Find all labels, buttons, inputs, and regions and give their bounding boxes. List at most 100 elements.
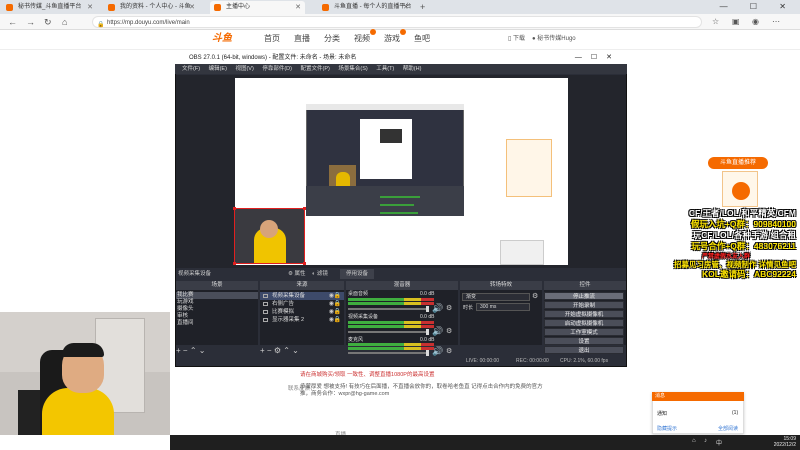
transition-select[interactable]: 渐变	[462, 293, 530, 301]
notification-item[interactable]: 通知	[657, 410, 667, 417]
new-tab-button[interactable]: +	[420, 0, 425, 14]
volume-slider-knob[interactable]	[426, 306, 429, 312]
home-icon[interactable]: ⌂	[62, 14, 67, 30]
volume-slider[interactable]	[348, 352, 428, 354]
download-link[interactable]: ▯ 下载	[508, 33, 525, 45]
notification-count: (1)	[732, 410, 739, 416]
source-item[interactable]: 右侧广告 ◉ 🔒	[260, 300, 344, 308]
collections-icon[interactable]: ▣	[732, 14, 740, 30]
filters-button[interactable]: ◐ 滤镜	[312, 269, 328, 279]
start-virtual-camera-button[interactable]: 启动虚拟摄像机	[544, 319, 624, 327]
studio-mode-button[interactable]: 工作室模式	[544, 328, 624, 336]
network-icon[interactable]: ⌂	[692, 438, 696, 444]
move-down-icon[interactable]: ⌄	[292, 346, 299, 355]
source-item[interactable]: 视频采集设备 ◉ 🔒	[260, 292, 344, 300]
move-down-icon[interactable]: ⌄	[199, 346, 206, 355]
menu-profile[interactable]: 配置文件(P)	[300, 66, 329, 72]
obs-window-controls[interactable]: —☐✕	[575, 52, 621, 64]
volume-slider[interactable]	[348, 308, 428, 310]
monitor-icon	[263, 318, 268, 322]
promo-badge: 斗鱼直播推荐	[708, 157, 768, 169]
back-icon[interactable]: ←	[8, 14, 17, 30]
more-icon[interactable]: ⋯	[772, 14, 780, 30]
favorites-icon[interactable]: ☆	[712, 14, 719, 30]
add-icon[interactable]: +	[260, 346, 267, 355]
menu-file[interactable]: 文件(F)	[182, 66, 200, 72]
lock-icon[interactable]: 🔒	[334, 292, 341, 300]
volume-icon[interactable]: ♪	[704, 438, 707, 444]
resize-handle[interactable]	[303, 207, 306, 210]
remove-icon[interactable]: −	[183, 346, 190, 355]
browser-tab-4[interactable]: 斗鱼直播 - 每个人的直播平台 ✕	[318, 1, 413, 14]
menu-help[interactable]: 帮助(H)	[403, 66, 422, 72]
url-field[interactable]: 🔒 https://mp.douyu.com/live/main	[92, 16, 702, 28]
menu-view[interactable]: 视图(V)	[235, 66, 253, 72]
scene-item[interactable]: 直播间	[176, 320, 258, 327]
gear-icon[interactable]: ⚙	[446, 347, 452, 355]
speaker-icon[interactable]: 🔊	[432, 346, 443, 357]
deactivate-button[interactable]: 停用设备	[340, 269, 375, 279]
volume-slider[interactable]	[348, 331, 428, 333]
window-controls[interactable]: — ☐ ✕	[720, 0, 796, 14]
refresh-icon[interactable]: ↻	[44, 14, 52, 30]
ime-indicator[interactable]: 中	[716, 438, 722, 447]
scene-item[interactable]: 审核	[176, 313, 258, 320]
hide-tips-link[interactable]: 隐藏提示	[657, 425, 677, 432]
user-menu[interactable]: ● 秘书传媒Hugo	[532, 33, 576, 45]
scene-item[interactable]: 玩游戏	[176, 299, 258, 306]
read-all-link[interactable]: 全部阅读	[718, 425, 738, 432]
exit-button[interactable]: 退出	[544, 346, 624, 354]
gear-icon[interactable]: ⚙	[446, 327, 452, 335]
nav-home[interactable]: 首页	[264, 33, 280, 45]
lock-icon[interactable]: 🔒	[334, 300, 341, 308]
close-tab-icon[interactable]: ✕	[189, 1, 195, 14]
scene-item[interactable]: 摄像头	[176, 306, 258, 313]
resize-handle[interactable]	[303, 262, 306, 265]
close-tab-icon[interactable]: ✕	[87, 1, 93, 14]
lock-icon[interactable]: 🔒	[334, 316, 341, 324]
menu-scene-collection[interactable]: 场景集合(S)	[338, 66, 367, 72]
close-tab-icon[interactable]: ✕	[403, 1, 409, 14]
menu-tools[interactable]: 工具(T)	[376, 66, 394, 72]
add-icon[interactable]: +	[176, 346, 183, 355]
volume-meter	[348, 321, 434, 324]
volume-slider-knob[interactable]	[426, 329, 429, 335]
lock-icon[interactable]: 🔒	[334, 308, 341, 316]
nav-games[interactable]: 游戏	[384, 29, 406, 45]
menu-edit[interactable]: 编辑(E)	[209, 66, 227, 72]
resize-handle[interactable]	[233, 262, 236, 265]
gear-icon[interactable]: ⚙	[274, 346, 283, 355]
browser-tab-2[interactable]: 我的资料 - 个人中心 - 斗鱼 ✕	[104, 1, 199, 14]
virtual-camera-button[interactable]: 开始虚拟摄像机	[544, 310, 624, 318]
remove-icon[interactable]: −	[267, 346, 274, 355]
settings-button[interactable]: 设置	[544, 337, 624, 345]
speaker-icon[interactable]: 🔊	[432, 326, 443, 337]
nav-video[interactable]: 视频	[354, 29, 376, 45]
source-item[interactable]: 比赛模拟 ◉ 🔒	[260, 308, 344, 316]
move-up-icon[interactable]: ⌃	[190, 346, 199, 355]
mixer-dock-header: 混音器	[346, 281, 458, 290]
resize-handle[interactable]	[233, 207, 236, 210]
clock[interactable]: 15:09 2022/12/2	[774, 436, 796, 448]
forward-icon[interactable]: →	[26, 14, 35, 30]
douyu-logo[interactable]: 斗鱼	[212, 31, 248, 47]
gear-icon[interactable]: ⚙	[532, 292, 538, 300]
source-item[interactable]: 显示器采集 2 ◉ 🔒	[260, 316, 344, 324]
menu-docks[interactable]: 停靠部件(D)	[262, 66, 292, 72]
browser-tab-1[interactable]: 秘书传媒_斗鱼直播平台 ✕	[2, 1, 97, 14]
nav-live[interactable]: 直播	[294, 33, 310, 45]
volume-slider-knob[interactable]	[426, 350, 429, 356]
move-up-icon[interactable]: ⌃	[283, 346, 292, 355]
nav-category[interactable]: 分类	[324, 33, 340, 45]
nav-fishbar[interactable]: 鱼吧	[414, 33, 430, 45]
duration-input[interactable]: 300 ms	[476, 303, 530, 311]
stop-streaming-button[interactable]: 停止推流	[544, 292, 624, 300]
speaker-icon[interactable]: 🔊	[432, 303, 443, 314]
profile-icon[interactable]: ◉	[752, 14, 759, 30]
start-recording-button[interactable]: 开始录制	[544, 301, 624, 309]
properties-button[interactable]: ⚙ 属性	[288, 269, 305, 279]
scene-item[interactable]: 我比赛	[176, 292, 258, 299]
close-tab-icon[interactable]: ✕	[295, 1, 301, 14]
gear-icon[interactable]: ⚙	[446, 304, 452, 312]
browser-tab-3[interactable]: 主播中心 ✕	[210, 1, 305, 14]
